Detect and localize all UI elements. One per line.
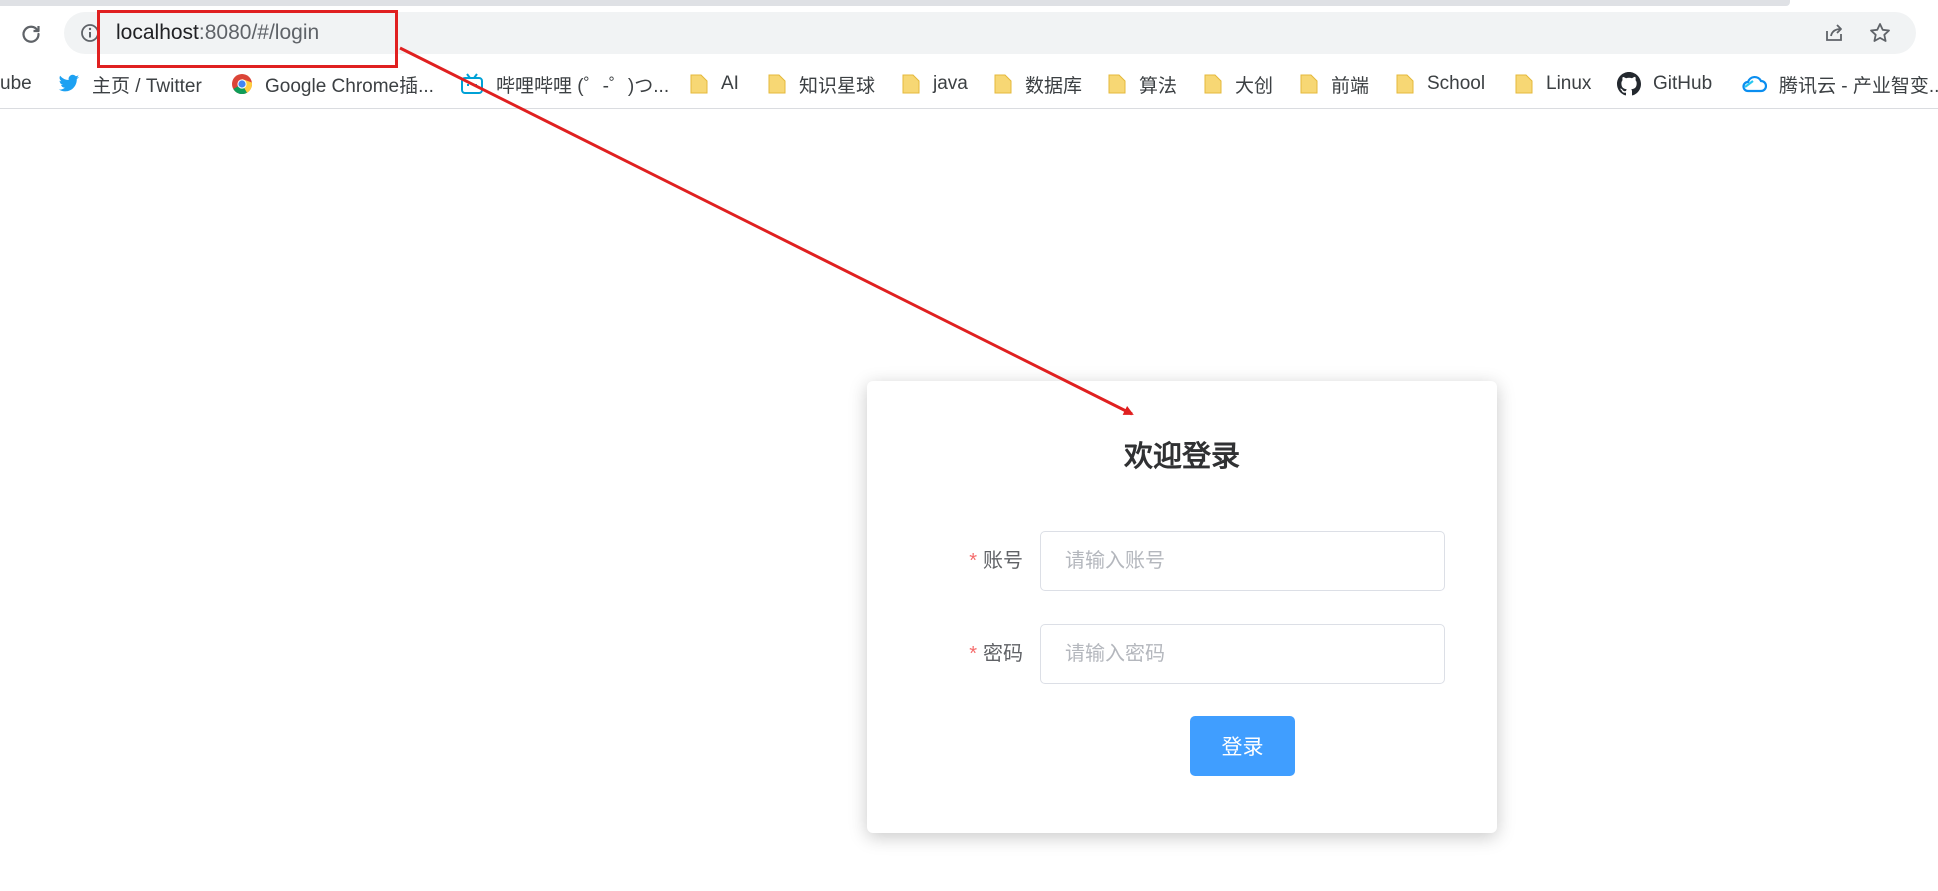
- bookmark-label: Google Chrome插...: [265, 75, 434, 97]
- bookmark-label: 主页 / Twitter: [92, 75, 202, 97]
- star-icon[interactable]: [1868, 21, 1892, 45]
- account-row: * 账号: [867, 531, 1497, 591]
- bookmark-github[interactable]: GitHub: [1617, 60, 1712, 108]
- bookmark-youtube[interactable]: ube: [0, 60, 32, 108]
- folder-icon: [1396, 74, 1414, 94]
- bilibili-icon: [461, 73, 483, 94]
- folder-icon: [994, 74, 1012, 94]
- reload-icon: [22, 25, 40, 43]
- bookmark-bilibili[interactable]: 哔哩哔哩 (゜-゜)つ...: [460, 60, 669, 108]
- bookmark-label: 大创: [1235, 75, 1274, 97]
- bookmark-label: GitHub: [1653, 73, 1713, 94]
- account-label-text: 账号: [983, 550, 1023, 572]
- bookmark-folder-algorithm[interactable]: 算法: [1107, 60, 1177, 108]
- password-label: * 密码: [969, 624, 1023, 684]
- bookmark-label: ube: [0, 73, 32, 94]
- bookmark-folder-database[interactable]: 数据库: [993, 60, 1082, 108]
- bookmark-folder-frontend[interactable]: 前端: [1299, 60, 1369, 108]
- login-card: 欢迎登录 * 账号 * 密码 登录: [867, 381, 1497, 833]
- bookmark-label: AI: [721, 73, 739, 94]
- login-button[interactable]: 登录: [1190, 716, 1295, 776]
- twitter-icon: [58, 74, 80, 92]
- required-mark: *: [969, 643, 977, 665]
- bookmark-folder-school[interactable]: School: [1395, 60, 1485, 108]
- folder-icon: [1204, 74, 1222, 94]
- chrome-icon: [232, 74, 253, 95]
- bookmark-label: 数据库: [1025, 75, 1083, 97]
- bookmark-tencent-cloud[interactable]: 腾讯云 - 产业智变...: [1741, 60, 1938, 108]
- bookmark-label: 哔哩哔哩 (゜-゜)つ...: [496, 75, 670, 97]
- folder-icon: [690, 74, 708, 94]
- share-icon[interactable]: [1822, 21, 1846, 45]
- reload-button[interactable]: [16, 19, 46, 49]
- password-row: * 密码: [867, 624, 1497, 684]
- bookmark-folder-linux[interactable]: Linux: [1514, 60, 1591, 108]
- annotation-highlight-box: [97, 10, 398, 68]
- bookmark-label: 知识星球: [799, 75, 876, 97]
- required-mark: *: [969, 550, 977, 572]
- password-label-text: 密码: [983, 643, 1023, 665]
- github-icon: [1617, 72, 1641, 96]
- bookmark-label: 算法: [1139, 75, 1178, 97]
- folder-icon: [1515, 74, 1533, 94]
- bookmark-label: Linux: [1546, 73, 1592, 94]
- bookmark-folder-zsxq[interactable]: 知识星球: [767, 60, 875, 108]
- bookmark-folder-java[interactable]: java: [901, 60, 968, 108]
- bookmark-folder-dachuang[interactable]: 大创: [1203, 60, 1273, 108]
- bookmark-label: java: [933, 73, 968, 94]
- bookmark-folder-ai[interactable]: AI: [689, 60, 739, 108]
- account-label: * 账号: [969, 531, 1023, 591]
- folder-icon: [1300, 74, 1318, 94]
- account-input[interactable]: [1040, 531, 1445, 591]
- folder-icon: [1108, 74, 1126, 94]
- bookmark-label: School: [1427, 73, 1486, 94]
- login-title: 欢迎登录: [1123, 441, 1240, 473]
- folder-icon: [768, 74, 786, 94]
- password-input[interactable]: [1040, 624, 1445, 684]
- bookmark-label: 腾讯云 - 产业智变...: [1779, 75, 1938, 97]
- bookmark-label: 前端: [1331, 75, 1370, 97]
- folder-icon: [902, 74, 920, 94]
- tencent-cloud-icon: [1742, 75, 1767, 93]
